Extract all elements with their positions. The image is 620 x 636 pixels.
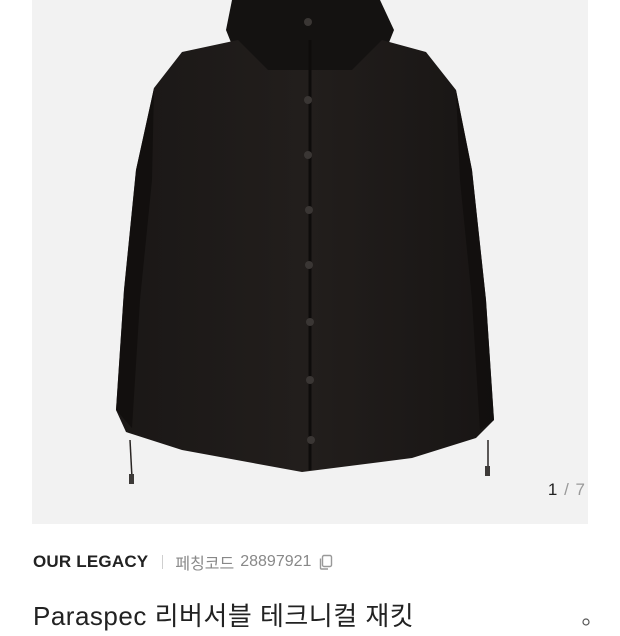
- product-image-gallery[interactable]: 1 / 7: [32, 0, 588, 524]
- share-icon[interactable]: [580, 616, 592, 628]
- product-title-row: Paraspec 리버서블 테크니컬 재킷: [33, 596, 620, 636]
- product-image: [116, 0, 494, 484]
- product-title: Paraspec 리버서블 테크니컬 재킷: [33, 601, 415, 631]
- current-page: 1: [547, 480, 559, 499]
- page-separator: /: [564, 480, 570, 499]
- total-pages: 7: [575, 480, 586, 499]
- product-meta-row: OUR LEGACY 페칭코드 28897921: [33, 549, 335, 575]
- fetching-code-value: 28897921: [240, 553, 312, 570]
- copy-icon[interactable]: [317, 553, 335, 571]
- brand-name[interactable]: OUR LEGACY: [33, 552, 148, 572]
- fetching-code-label: 페칭코드: [175, 556, 235, 573]
- meta-divider: [162, 555, 164, 569]
- gallery-page-indicator: 1 / 7: [548, 480, 586, 500]
